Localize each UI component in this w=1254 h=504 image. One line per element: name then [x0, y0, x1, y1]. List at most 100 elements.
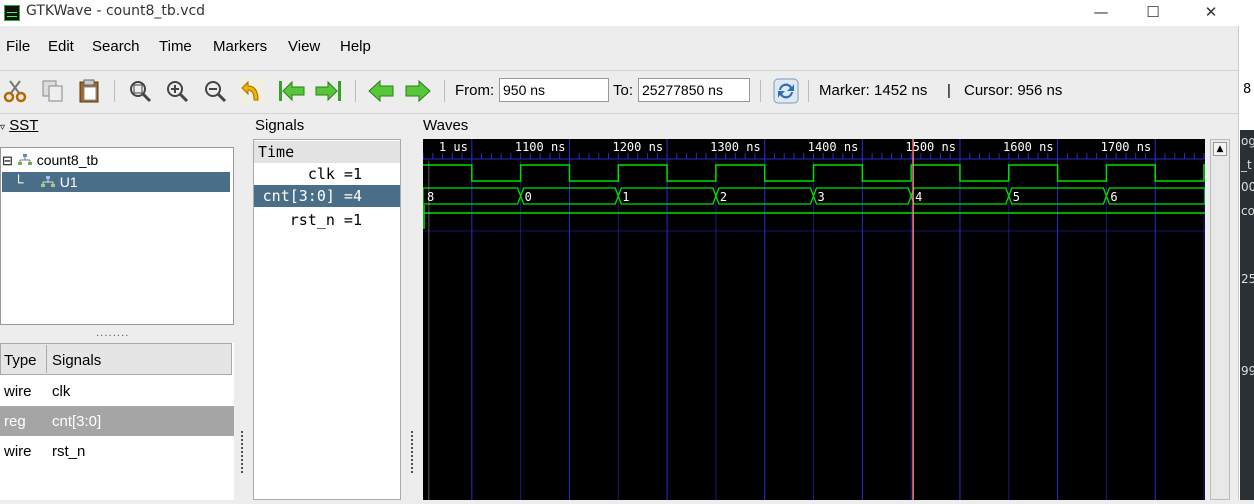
column-header-type[interactable]: Type: [4, 352, 37, 369]
copy-icon[interactable]: [40, 78, 66, 104]
menu-search[interactable]: Search: [92, 38, 140, 55]
cnt-bus-value-label: 0: [525, 190, 532, 204]
tree-node-u1[interactable]: └ U1: [2, 172, 230, 192]
strip-char: og: [1241, 134, 1254, 148]
to-label: To:: [613, 82, 634, 99]
strip-char: 00: [1241, 180, 1254, 194]
ruler-tick-label: 1100 ns: [515, 140, 566, 154]
column-header-signals[interactable]: Signals: [52, 352, 101, 369]
menu-file[interactable]: File: [6, 38, 30, 55]
signal-value-label: clk =1: [307, 165, 362, 183]
toolbar-separator: [444, 80, 445, 102]
signal-list-row[interactable]: wire clk: [0, 376, 234, 406]
minimize-button[interactable]: —: [1078, 0, 1124, 26]
readout-separator: |: [947, 82, 951, 99]
waves-panel-label: Waves: [423, 117, 469, 134]
waveform-canvas[interactable]: 1 us 1100 ns 1200 ns 1300 ns 1400 ns 1500 ns 1…: [422, 139, 1206, 500]
signal-name: cnt[3:0]: [52, 413, 102, 430]
tree-node-count8-tb[interactable]: ⊟ count8_tb: [2, 150, 98, 170]
tree-collapse-icon[interactable]: ⊟: [2, 153, 13, 168]
signal-type: wire: [4, 383, 32, 400]
menu-bar: File Edit Search Time Markers View Help: [0, 34, 1238, 60]
cnt-bus-value-label: 2: [720, 190, 727, 204]
strip-char: 25: [1241, 272, 1254, 286]
menu-view[interactable]: View: [288, 38, 320, 55]
scroll-up-arrow-icon[interactable]: ▲: [1213, 142, 1227, 156]
pane-resize-grip[interactable]: ........: [96, 328, 129, 339]
time-header-label: Time: [258, 143, 295, 161]
menu-help[interactable]: Help: [340, 38, 371, 55]
undo-zoom-icon[interactable]: [240, 78, 266, 104]
toolbar-separator: [808, 80, 809, 102]
signal-row-clk[interactable]: clk =1: [254, 163, 400, 185]
zoom-out-icon[interactable]: [202, 78, 228, 104]
pane-resize-grip[interactable]: [240, 430, 244, 474]
signal-list-row[interactable]: reg cnt[3:0]: [0, 406, 234, 436]
ruler-tick-label: 1 us: [439, 140, 468, 154]
tree-branch-line: └: [2, 174, 24, 190]
cnt-bus-value-label: 6: [1110, 190, 1117, 204]
cnt-bus-value-label: 5: [1013, 190, 1020, 204]
signal-type: reg: [4, 413, 26, 430]
toolbar-separator: [114, 80, 115, 102]
tree-node-label: U1: [59, 174, 78, 190]
time-header: Time: [254, 141, 400, 163]
cnt-bus-value-label: 1: [622, 190, 629, 204]
window-title: GTKWave - count8_tb.vcd: [26, 3, 206, 19]
cursor-readout: Cursor: 956 ns: [964, 82, 1063, 99]
strip-char: _t: [1241, 158, 1252, 172]
module-icon: [40, 173, 56, 193]
ruler-tick-label: 1600 ns: [1003, 140, 1054, 154]
title-bar: GTKWave - count8_tb.vcd — ☐ ✕: [0, 0, 1254, 26]
strip-char: 99: [1241, 364, 1254, 378]
ruler-tick-label: 1400 ns: [808, 140, 859, 154]
signal-name: clk: [52, 383, 71, 400]
signal-row-rst-n[interactable]: rst_n =1: [254, 209, 400, 231]
column-divider: [46, 345, 47, 373]
signal-value-label: cnt[3:0] =4: [262, 187, 362, 205]
pane-resize-grip[interactable]: [410, 430, 414, 474]
to-time-input[interactable]: 25277850 ns: [638, 78, 750, 102]
signal-list-row[interactable]: wire rst_n: [0, 436, 234, 466]
toolbar-separator: [355, 80, 356, 102]
from-label: From:: [455, 82, 495, 99]
zoom-to-end-icon[interactable]: [313, 78, 341, 104]
zoom-to-start-icon[interactable]: [277, 78, 305, 104]
strip-char: co: [1241, 204, 1254, 218]
ruler-tick-label: 1300 ns: [710, 140, 761, 154]
zoom-fit-icon[interactable]: [127, 78, 153, 104]
signals-panel-label: Signals: [255, 117, 305, 134]
zoom-in-icon[interactable]: [164, 78, 190, 104]
sst-expander[interactable]: ▿ SST: [0, 117, 38, 134]
signal-row-cnt[interactable]: cnt[3:0] =4: [254, 185, 400, 207]
close-button[interactable]: ✕: [1188, 0, 1234, 26]
ruler-tick-label: 1700 ns: [1101, 140, 1152, 154]
signal-value-label: rst_n =1: [289, 211, 362, 229]
cnt-bus-value-label: 3: [818, 190, 825, 204]
cnt-bus-value-label: 4: [915, 190, 922, 204]
sst-label: SST: [9, 117, 39, 134]
vertical-scrollbar[interactable]: [1210, 139, 1230, 500]
gtkwave-app-icon: [4, 5, 20, 21]
menu-time[interactable]: Time: [159, 38, 192, 55]
paste-icon[interactable]: [77, 78, 103, 104]
ruler-tick-label: 1200 ns: [612, 140, 663, 154]
signal-name: rst_n: [52, 443, 86, 460]
marker-readout: Marker: 1452 ns: [819, 82, 928, 99]
module-icon: [17, 151, 33, 171]
find-previous-edge-icon[interactable]: [367, 78, 394, 104]
waveform-svg[interactable]: 1 us 1100 ns 1200 ns 1300 ns 1400 ns 1500 ns 1…: [422, 139, 1206, 500]
clk-waveform: [423, 164, 1205, 182]
signal-type: wire: [4, 443, 32, 460]
from-time-input[interactable]: 950 ns: [499, 78, 609, 102]
tree-node-label: count8_tb: [36, 152, 99, 168]
strip-char: 8: [1243, 82, 1252, 97]
maximize-button[interactable]: ☐: [1130, 0, 1176, 26]
expander-triangle-icon: ▿: [0, 122, 6, 133]
reload-icon[interactable]: [773, 78, 799, 104]
menu-edit[interactable]: Edit: [48, 38, 74, 55]
cut-icon[interactable]: [2, 78, 28, 104]
find-next-edge-icon[interactable]: [404, 78, 431, 104]
toolbar-separator: [760, 80, 761, 102]
menu-markers[interactable]: Markers: [213, 38, 267, 55]
